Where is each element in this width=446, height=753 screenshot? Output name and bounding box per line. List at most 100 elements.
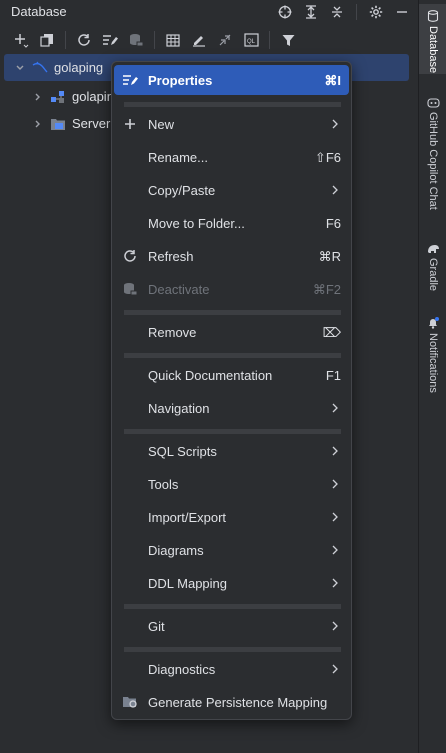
stripe-database[interactable]: Database	[419, 4, 446, 74]
chevron-right-icon[interactable]	[32, 118, 44, 130]
database-toolbar: QL	[0, 26, 418, 54]
chevron-right-icon	[331, 544, 341, 556]
menu-item-label: Diagnostics	[148, 662, 216, 677]
right-tool-stripe: Database GitHub Copilot Chat Gradle Noti…	[418, 0, 446, 753]
menu-item-refresh[interactable]: Refresh ⌘R	[114, 241, 349, 271]
console-icon[interactable]: QL	[240, 29, 262, 51]
menu-separator	[124, 102, 341, 107]
gradle-elephant-icon	[427, 243, 440, 254]
chevron-right-icon	[331, 620, 341, 632]
schema-icon	[50, 89, 66, 105]
stripe-copilot[interactable]: GitHub Copilot Chat	[419, 96, 446, 226]
mysql-dolphin-icon	[32, 60, 48, 76]
chevron-right-icon	[331, 577, 341, 589]
tree-row-server[interactable]: Server	[4, 110, 114, 137]
jump-icon[interactable]	[214, 29, 236, 51]
menu-item-label: SQL Scripts	[148, 444, 217, 459]
copy-icon[interactable]	[36, 29, 58, 51]
expand-all-icon[interactable]	[301, 3, 321, 21]
stripe-notifications[interactable]: Notifications	[419, 317, 446, 407]
copilot-icon	[426, 96, 440, 108]
menu-item-label: Deactivate	[148, 282, 210, 297]
menu-item-label: Quick Documentation	[148, 368, 273, 383]
header-actions	[275, 3, 412, 21]
table-icon[interactable]	[162, 29, 184, 51]
menu-item-quick-documentation[interactable]: Quick Documentation F1	[114, 360, 349, 390]
menu-item-label: Tools	[148, 477, 179, 492]
refresh-icon	[122, 248, 138, 264]
menu-item-deactivate: Deactivate ⌘F2	[114, 274, 349, 304]
edit-icon[interactable]	[188, 29, 210, 51]
database-icon	[427, 10, 439, 22]
menu-item-git[interactable]: Git	[114, 611, 349, 641]
server-objects-icon	[50, 116, 66, 132]
crosshair-icon[interactable]	[275, 3, 295, 21]
tree-row-schema[interactable]: golapin	[4, 83, 114, 110]
svg-text:QL: QL	[247, 39, 256, 45]
menu-item-label: Diagrams	[148, 543, 204, 558]
chevron-right-icon[interactable]	[32, 91, 44, 103]
menu-item-shortcut: ⌘I	[324, 73, 341, 88]
stripe-label: Database	[427, 26, 439, 74]
menu-separator	[124, 647, 341, 652]
chevron-right-icon	[331, 511, 341, 523]
add-icon[interactable]	[10, 29, 32, 51]
stripe-gradle[interactable]: Gradle	[419, 243, 446, 303]
panel-title: Database	[11, 4, 67, 19]
menu-item-label: Git	[148, 619, 165, 634]
chevron-right-icon	[331, 118, 341, 130]
toolbar-divider	[154, 31, 155, 49]
menu-item-remove[interactable]: Remove ⌦	[114, 317, 349, 347]
toolbar-divider	[65, 31, 66, 49]
collapse-all-icon[interactable]	[327, 3, 347, 21]
stripe-label: GitHub Copilot Chat	[427, 112, 439, 210]
menu-item-shortcut: ⇧F6	[314, 150, 341, 165]
menu-item-shortcut: ⌘F2	[312, 282, 341, 297]
chevron-right-icon	[331, 402, 341, 414]
menu-item-diagnostics[interactable]: Diagnostics	[114, 654, 349, 684]
menu-separator	[124, 604, 341, 609]
edit-properties-icon[interactable]	[99, 29, 121, 51]
menu-item-label: New	[148, 117, 175, 132]
menu-item-properties[interactable]: Properties ⌘I	[114, 65, 349, 95]
chevron-down-icon[interactable]	[14, 62, 26, 74]
menu-item-diagrams[interactable]: Diagrams	[114, 535, 349, 565]
menu-item-tools[interactable]: Tools	[114, 469, 349, 499]
stripe-label: Notifications	[427, 333, 439, 393]
context-menu: Properties ⌘I New Rename... ⇧F6 Copy/Pas…	[111, 61, 352, 720]
menu-item-shortcut: F1	[325, 368, 341, 383]
toolbar-divider	[269, 31, 270, 49]
menu-item-label: Navigation	[148, 401, 210, 416]
header-divider	[356, 4, 357, 20]
panel-header: Database	[0, 0, 418, 24]
deactivate-icon	[122, 281, 138, 297]
menu-item-move-to-folder[interactable]: Move to Folder... F6	[114, 208, 349, 238]
menu-item-label: Generate Persistence Mapping	[148, 695, 328, 710]
menu-item-label: Remove	[148, 325, 197, 340]
menu-item-label: Copy/Paste	[148, 183, 216, 198]
minimize-icon[interactable]	[392, 3, 412, 21]
menu-item-copy-paste[interactable]: Copy/Paste	[114, 175, 349, 205]
menu-item-sql-scripts[interactable]: SQL Scripts	[114, 436, 349, 466]
filter-icon[interactable]	[277, 29, 299, 51]
tree-label: Server	[72, 116, 111, 131]
menu-item-new[interactable]: New	[114, 109, 349, 139]
plus-icon	[122, 116, 138, 132]
menu-item-label: Move to Folder...	[148, 216, 245, 231]
gear-icon[interactable]	[366, 3, 386, 21]
menu-item-rename[interactable]: Rename... ⇧F6	[114, 142, 349, 172]
menu-item-generate-persistence-mapping[interactable]: Generate Persistence Mapping	[114, 687, 349, 717]
menu-item-shortcut: F6	[325, 216, 341, 231]
menu-item-label: DDL Mapping	[148, 576, 228, 591]
menu-separator	[124, 353, 341, 358]
menu-separator	[124, 310, 341, 315]
menu-item-ddl-mapping[interactable]: DDL Mapping	[114, 568, 349, 598]
chevron-right-icon	[331, 184, 341, 196]
menu-item-import-export[interactable]: Import/Export	[114, 502, 349, 532]
bell-icon	[427, 317, 439, 329]
menu-separator	[124, 429, 341, 434]
persistence-icon	[122, 694, 138, 710]
deactivate-icon[interactable]	[125, 29, 147, 51]
menu-item-navigation[interactable]: Navigation	[114, 393, 349, 423]
refresh-icon[interactable]	[73, 29, 95, 51]
